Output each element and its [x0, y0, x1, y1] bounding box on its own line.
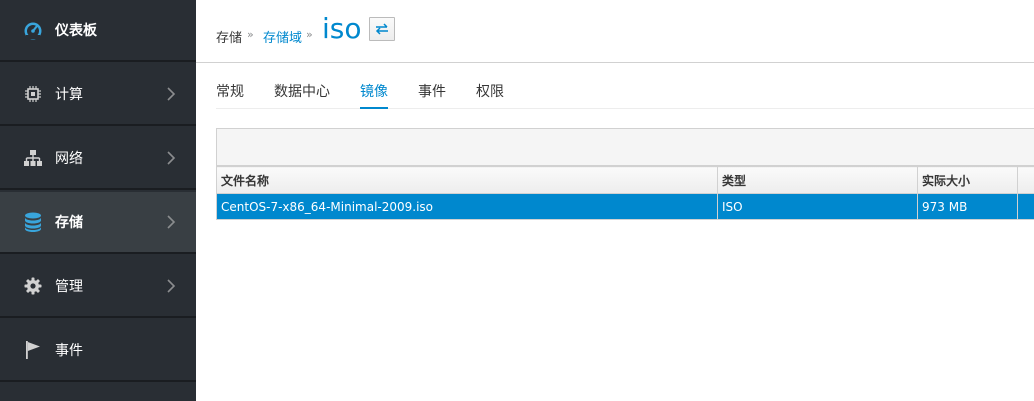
- cell-file-name: CentOS-7-x86_64-Minimal-2009.iso: [216, 193, 718, 220]
- tab-images[interactable]: 镜像: [360, 81, 388, 109]
- gear-icon: [22, 275, 44, 297]
- sidebar-item-events[interactable]: 事件: [0, 320, 196, 382]
- sidebar-item-compute[interactable]: 计算: [0, 64, 196, 126]
- sidebar: 仪表板 计算 网络 存储 管理 事件: [0, 0, 196, 401]
- database-icon: [22, 211, 44, 233]
- tab-bar: 常规 数据中心 镜像 事件 权限: [216, 78, 1034, 109]
- table-header-row: 文件名称 类型 实际大小: [216, 166, 1034, 194]
- page-title: iso: [322, 12, 362, 45]
- sidebar-item-storage[interactable]: 存储: [0, 192, 196, 254]
- chevron-right-icon: [167, 151, 176, 165]
- breadcrumb-storage-domains[interactable]: 存储域: [263, 27, 302, 46]
- images-table: 文件名称 类型 实际大小 CentOS-7-x86_64-Minimal-200…: [216, 166, 1034, 220]
- switch-view-button[interactable]: [369, 17, 395, 41]
- chevron-right-icon: [167, 87, 176, 101]
- column-header-actual-size[interactable]: 实际大小: [917, 166, 1018, 194]
- breadcrumb-separator: »: [247, 28, 254, 41]
- table-toolbar: [216, 128, 1034, 166]
- sidebar-item-label: 网络: [55, 151, 83, 167]
- sidebar-item-label: 管理: [55, 279, 83, 295]
- sidebar-item-dashboard[interactable]: 仪表板: [0, 0, 196, 62]
- cell-actual-size: 973 MB: [917, 193, 1018, 220]
- tab-permissions[interactable]: 权限: [476, 81, 504, 107]
- breadcrumb-storage[interactable]: 存储: [216, 27, 242, 46]
- chip-icon: [22, 83, 44, 105]
- table-row[interactable]: CentOS-7-x86_64-Minimal-2009.iso ISO 973…: [216, 193, 1034, 220]
- sidebar-item-label: 计算: [55, 87, 83, 103]
- column-header-empty: [1017, 166, 1034, 194]
- flag-icon: [22, 339, 44, 361]
- dashboard-icon: [22, 19, 44, 41]
- sidebar-item-label: 存储: [55, 215, 83, 231]
- tab-data-center[interactable]: 数据中心: [274, 81, 330, 107]
- tab-events[interactable]: 事件: [418, 81, 446, 107]
- tab-general[interactable]: 常规: [216, 81, 244, 107]
- sidebar-item-admin[interactable]: 管理: [0, 256, 196, 318]
- swap-arrows-icon: [375, 23, 388, 35]
- cell-type: ISO: [717, 193, 918, 220]
- network-icon: [22, 147, 44, 169]
- column-header-file-name[interactable]: 文件名称: [216, 166, 718, 194]
- sidebar-item-network[interactable]: 网络: [0, 128, 196, 190]
- breadcrumb-separator: »: [306, 28, 313, 41]
- column-header-type[interactable]: 类型: [717, 166, 918, 194]
- page-header: 存储 » 存储域 » iso: [196, 0, 1034, 63]
- chevron-right-icon: [167, 215, 176, 229]
- chevron-right-icon: [167, 279, 176, 293]
- sidebar-item-label: 事件: [55, 343, 83, 359]
- sidebar-item-label: 仪表板: [55, 23, 97, 39]
- cell-empty: [1017, 193, 1034, 220]
